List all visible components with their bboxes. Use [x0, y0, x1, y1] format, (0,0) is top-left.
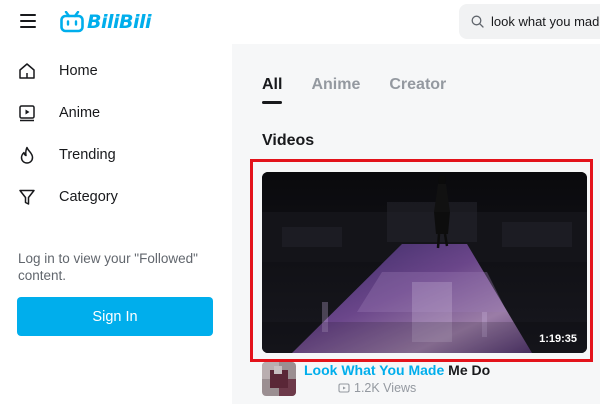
top-header: BiliBili: [0, 0, 600, 44]
tab-bar: All Anime Creator: [262, 76, 475, 104]
main-content: All Anime Creator Videos 1:19:35 Look Wh…: [232, 44, 600, 404]
hamburger-menu-icon[interactable]: [20, 14, 36, 28]
sidebar-item-label: Trending: [59, 147, 116, 163]
sidebar-item-category[interactable]: Category: [16, 182, 216, 212]
video-title-rest: Me Do: [444, 362, 491, 378]
video-duration: 1:19:35: [539, 333, 577, 345]
sidebar-item-label: Home: [59, 63, 98, 79]
tv-logo-icon: [60, 10, 84, 33]
logo-wordmark: BiliBili: [87, 11, 152, 33]
tab-creator[interactable]: Creator: [389, 76, 446, 94]
flame-icon: [16, 144, 38, 166]
tab-anime[interactable]: Anime: [311, 76, 360, 94]
sign-in-button[interactable]: Sign In: [17, 297, 213, 336]
views-icon: [338, 383, 350, 393]
sidebar-item-anime[interactable]: Anime: [16, 98, 216, 128]
video-thumbnail[interactable]: 1:19:35: [262, 172, 587, 353]
avatar[interactable]: [262, 362, 296, 396]
login-prompt: Log in to view your "Followed" content.: [18, 251, 198, 283]
section-title: Videos: [262, 132, 315, 149]
bilibili-logo[interactable]: BiliBili: [60, 10, 152, 34]
filter-funnel-icon: [16, 186, 38, 208]
sidebar-item-home[interactable]: Home: [16, 56, 216, 86]
runway-thumbnail-image: [262, 172, 587, 353]
sidebar-item-label: Anime: [59, 105, 101, 121]
sidebar-item-label: Category: [59, 189, 118, 205]
video-title-highlight: Look What You Made: [304, 362, 445, 378]
search-bar[interactable]: [459, 4, 600, 39]
video-info: Look What You Made Me Do 1.2K Views: [262, 360, 592, 400]
video-title-link[interactable]: Look What You Made Me Do: [304, 362, 490, 378]
view-count: 1.2K Views: [338, 381, 416, 395]
search-input[interactable]: [491, 14, 600, 29]
tab-all[interactable]: All: [262, 76, 283, 104]
sidebar-item-trending[interactable]: Trending: [16, 140, 216, 170]
views-label: 1.2K Views: [354, 381, 417, 395]
search-icon: [471, 15, 484, 28]
anime-play-icon: [16, 102, 38, 124]
sidebar: Home Anime Trending Category Log in to v…: [0, 44, 232, 404]
home-icon: [16, 60, 38, 82]
